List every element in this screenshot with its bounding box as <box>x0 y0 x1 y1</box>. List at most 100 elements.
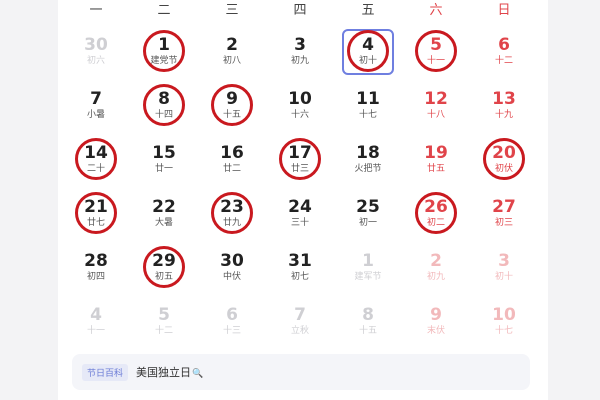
calendar-day-other-month[interactable]: 2 初九 <box>402 242 470 296</box>
weekday-label: 日 <box>497 3 511 18</box>
lunar-label: 十六 <box>290 110 309 120</box>
day-number: 3 <box>294 35 306 55</box>
lunar-label: 初四 <box>86 272 105 282</box>
day-number: 13 <box>492 89 516 109</box>
day-number: 12 <box>424 89 448 109</box>
calendar-day[interactable]: 23 廿九 <box>198 188 266 242</box>
calendar-day[interactable]: 21 廿七 <box>62 188 130 242</box>
calendar-day[interactable]: 20 初伏 <box>470 134 538 188</box>
lunar-label: 廿一 <box>154 164 173 174</box>
weekday-label: 四 <box>293 3 307 18</box>
lunar-label: 初五 <box>154 272 173 282</box>
day-number: 8 <box>362 305 374 325</box>
calendar-day[interactable]: 22 大暑 <box>130 188 198 242</box>
calendar-day[interactable]: 12 十八 <box>402 80 470 134</box>
lunar-label: 廿二 <box>222 164 241 174</box>
day-number: 18 <box>356 143 380 163</box>
calendar-day-other-month[interactable]: 8 十五 <box>334 296 402 350</box>
day-number: 7 <box>294 305 306 325</box>
day-number: 22 <box>152 197 176 217</box>
calendar-day[interactable]: 4 初十 <box>334 26 402 80</box>
day-number: 10 <box>492 305 516 325</box>
day-number: 25 <box>356 197 380 217</box>
calendar-day-other-month[interactable]: 7 立秋 <box>266 296 334 350</box>
calendar-day[interactable]: 25 初一 <box>334 188 402 242</box>
lunar-label: 三十 <box>290 218 309 228</box>
day-number: 5 <box>430 35 442 55</box>
calendar-day[interactable]: 16 廿二 <box>198 134 266 188</box>
lunar-label: 十五 <box>222 110 241 120</box>
lunar-label: 初二 <box>426 218 445 228</box>
lunar-label: 十二 <box>154 326 173 336</box>
lunar-label: 十九 <box>494 110 513 120</box>
day-number: 28 <box>84 251 108 271</box>
lunar-label: 初三 <box>494 218 513 228</box>
lunar-label: 十七 <box>358 110 377 120</box>
calendar-day[interactable]: 5 十一 <box>402 26 470 80</box>
calendar-day[interactable]: 31 初七 <box>266 242 334 296</box>
day-number: 2 <box>226 35 238 55</box>
calendar-day[interactable]: 24 三十 <box>266 188 334 242</box>
holiday-encyclopedia-tag: 节日百科 <box>82 363 129 381</box>
calendar-day[interactable]: 11 十七 <box>334 80 402 134</box>
lunar-label: 建党节 <box>150 56 178 66</box>
weekday-label: 六 <box>429 3 443 18</box>
day-number: 29 <box>152 251 176 271</box>
lunar-label: 初十 <box>494 272 513 282</box>
day-number: 11 <box>356 89 380 109</box>
lunar-label: 十二 <box>494 56 513 66</box>
cropped-content-strip <box>72 394 530 400</box>
day-number: 30 <box>220 251 244 271</box>
calendar-day[interactable]: 19 廿五 <box>402 134 470 188</box>
weekday-label: 三 <box>225 3 239 18</box>
calendar-day[interactable]: 15 廿一 <box>130 134 198 188</box>
weekday-label: 五 <box>361 3 375 18</box>
lunar-label: 廿三 <box>290 164 309 174</box>
calendar-day-other-month[interactable]: 6 十三 <box>198 296 266 350</box>
calendar-day[interactable]: 6 十二 <box>470 26 538 80</box>
lunar-label: 初十 <box>358 56 377 66</box>
weekday-label: 二 <box>157 3 171 18</box>
calendar-day[interactable]: 30 中伏 <box>198 242 266 296</box>
calendar-day[interactable]: 26 初二 <box>402 188 470 242</box>
day-number: 26 <box>424 197 448 217</box>
lunar-label: 大暑 <box>154 218 173 228</box>
lunar-label: 初六 <box>86 56 105 66</box>
calendar-day[interactable]: 1 建党节 <box>130 26 198 80</box>
lunar-label: 十五 <box>358 326 377 336</box>
lunar-label: 十一 <box>86 326 105 336</box>
day-number: 15 <box>152 143 176 163</box>
calendar-day[interactable]: 29 初五 <box>130 242 198 296</box>
calendar-day[interactable]: 17 廿三 <box>266 134 334 188</box>
day-number: 5 <box>158 305 170 325</box>
calendar-day-other-month[interactable]: 1 建军节 <box>334 242 402 296</box>
calendar-day[interactable]: 14 二十 <box>62 134 130 188</box>
lunar-label: 立秋 <box>290 326 309 336</box>
calendar-day[interactable]: 13 十九 <box>470 80 538 134</box>
calendar-day[interactable]: 18 火把节 <box>334 134 402 188</box>
calendar-day-other-month[interactable]: 10 十七 <box>470 296 538 350</box>
calendar-day-other-month[interactable]: 9 末伏 <box>402 296 470 350</box>
day-number: 4 <box>90 305 102 325</box>
calendar-day-other-month[interactable]: 3 初十 <box>470 242 538 296</box>
lunar-label: 初八 <box>222 56 241 66</box>
calendar-day[interactable]: 8 十四 <box>130 80 198 134</box>
calendar-day-other-month[interactable]: 5 十二 <box>130 296 198 350</box>
calendar-day[interactable]: 3 初九 <box>266 26 334 80</box>
lunar-label: 十四 <box>154 110 173 120</box>
calendar-day-other-month[interactable]: 4 十一 <box>62 296 130 350</box>
holiday-link[interactable]: 美国独立日🔍 <box>136 364 203 380</box>
holiday-name: 美国独立日 <box>136 366 192 379</box>
calendar-day[interactable]: 9 十五 <box>198 80 266 134</box>
lunar-label: 小暑 <box>86 110 105 120</box>
calendar-day-other-month[interactable]: 30 初六 <box>62 26 130 80</box>
lunar-label: 十八 <box>426 110 445 120</box>
day-number: 27 <box>492 197 516 217</box>
day-number: 4 <box>362 35 374 55</box>
calendar-day[interactable]: 7 小暑 <box>62 80 130 134</box>
calendar-day[interactable]: 28 初四 <box>62 242 130 296</box>
calendar-day[interactable]: 27 初三 <box>470 188 538 242</box>
lunar-label: 廿五 <box>426 164 445 174</box>
calendar-day[interactable]: 10 十六 <box>266 80 334 134</box>
calendar-day[interactable]: 2 初八 <box>198 26 266 80</box>
